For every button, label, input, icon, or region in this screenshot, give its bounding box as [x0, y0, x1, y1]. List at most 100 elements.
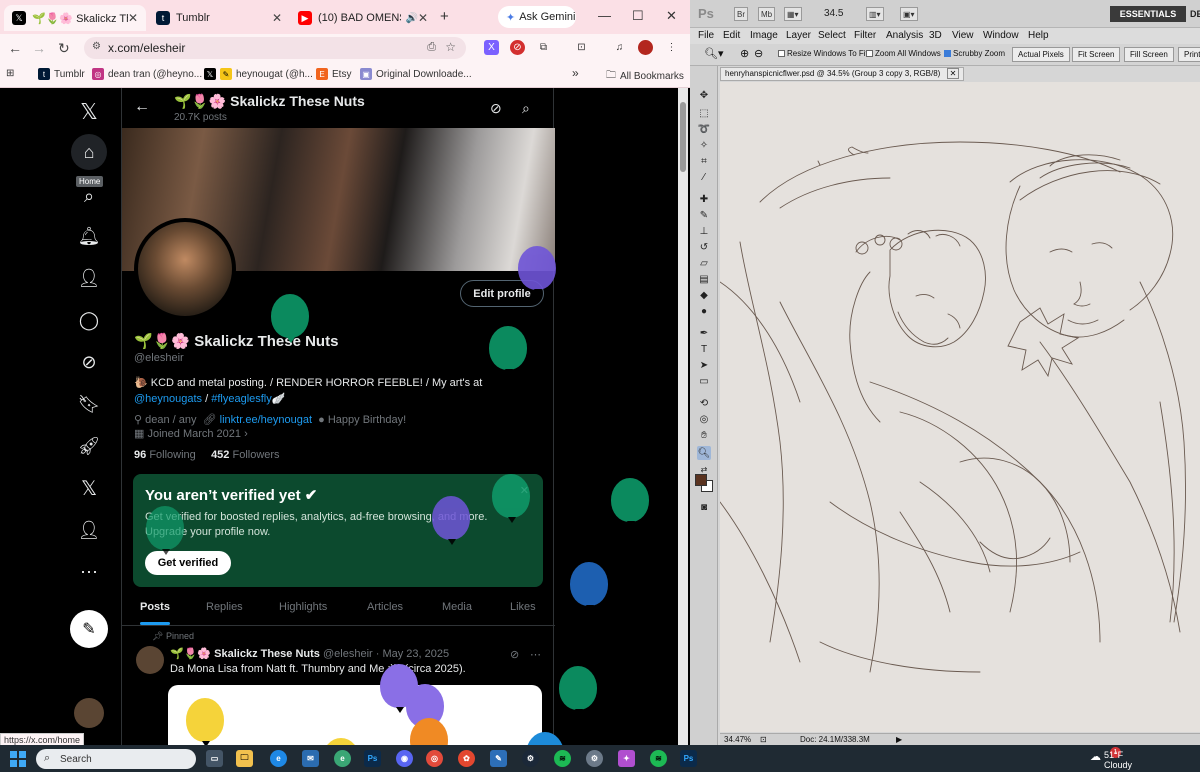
windows-start-icon[interactable]	[10, 751, 26, 767]
menu-filter[interactable]: Filter	[854, 30, 876, 41]
menu-image[interactable]: Image	[750, 30, 778, 41]
path-select-icon[interactable]: ➤	[697, 358, 711, 372]
rocket-icon[interactable]: 🚀︎	[68, 428, 110, 464]
zoom-level[interactable]: 34.5	[824, 8, 843, 19]
actual-pixels-button[interactable]: Actual Pixels	[1012, 47, 1070, 62]
quick-select-icon[interactable]: ✧	[697, 138, 711, 152]
apps-icon[interactable]: ⊞	[6, 68, 14, 79]
bookmark-instagram[interactable]: ◎ dean tran (@heyno...	[92, 68, 202, 80]
new-tab-button[interactable]: +	[440, 8, 449, 25]
following-link[interactable]: 96 Following	[134, 449, 196, 461]
photoshop-icon[interactable]: Ps	[680, 750, 697, 767]
bookmark-x[interactable]: 𝕏	[204, 68, 220, 80]
menu-analysis[interactable]: Analysis	[886, 30, 923, 41]
tab-youtube[interactable]: ▶ (10) BAD OMENS x 🔊 ✕	[290, 5, 436, 31]
3d-orbit-icon[interactable]: ◎	[697, 412, 711, 426]
install-icon[interactable]: ⎙	[427, 41, 436, 54]
crop-tool-icon[interactable]: ⌗	[697, 154, 711, 168]
zoom-tool-icon[interactable]: 🔍︎	[697, 446, 711, 460]
profile-icon[interactable]: 👤︎	[68, 512, 110, 548]
bookmark-downloader[interactable]: ▣ Original Downloade...	[360, 68, 472, 80]
close-tab-icon[interactable]: ✕	[128, 11, 138, 25]
grok-icon[interactable]: ⊘	[68, 344, 110, 380]
lasso-tool-icon[interactable]: ➰	[697, 122, 711, 136]
post-avatar[interactable]	[136, 646, 164, 674]
gradient-tool-icon[interactable]: ▤	[697, 272, 711, 286]
account-avatar[interactable]	[74, 698, 104, 728]
zoom-out-icon[interactable]: ⊖	[754, 47, 763, 60]
foreground-color-swatch[interactable]	[695, 474, 707, 486]
follow-icon[interactable]: 👤︎	[68, 260, 110, 296]
scrollbar-thumb[interactable]	[680, 102, 686, 172]
media-controls-icon[interactable]: ♫	[612, 40, 627, 55]
address-bar[interactable]: ⚙ x.com/elesheir ⎙ ☆	[84, 37, 466, 59]
bookmark-etsy[interactable]: E Etsy	[316, 68, 351, 80]
status-menu-arrow-icon[interactable]: ▶	[896, 735, 902, 744]
speaker-icon[interactable]: 🔊	[405, 13, 417, 24]
grok-icon[interactable]: ⊘	[490, 100, 502, 117]
file-explorer-icon[interactable]: 🗀	[236, 750, 253, 767]
copilot-icon[interactable]: ✦	[618, 750, 635, 767]
site-info-icon[interactable]: ⚙	[92, 41, 101, 52]
tab-tumblr[interactable]: t Tumblr ✕	[148, 5, 290, 31]
edge-icon[interactable]: e	[270, 750, 287, 767]
fill-screen-button[interactable]: Fill Screen	[1124, 47, 1174, 62]
extension-x-icon[interactable]: X	[484, 40, 499, 55]
menu-file[interactable]: File	[698, 30, 714, 41]
bookmark-star-icon[interactable]: ☆	[445, 40, 456, 54]
task-view-icon[interactable]: ▭	[206, 750, 223, 767]
minimize-button[interactable]: —	[598, 8, 611, 23]
close-tab-icon[interactable]: ✕	[418, 11, 428, 25]
back-arrow-icon[interactable]: ←	[134, 98, 150, 116]
more-bookmarks-button[interactable]: »	[572, 66, 579, 80]
krita-icon[interactable]: ✎	[490, 750, 507, 767]
menu-window[interactable]: Window	[983, 30, 1019, 41]
forward-icon[interactable]: →	[32, 40, 46, 56]
page-scrollbar[interactable]	[678, 88, 688, 745]
joined-date[interactable]: Joined March 2021	[147, 428, 241, 440]
dodge-tool-icon[interactable]: ●	[697, 304, 711, 318]
status-zoom[interactable]: 34.47%	[724, 735, 751, 744]
type-tool-icon[interactable]: T	[697, 342, 711, 356]
x-logo-icon[interactable]: 𝕏	[68, 94, 110, 130]
clip-studio-icon[interactable]: ✿	[458, 750, 475, 767]
eraser-tool-icon[interactable]: ▱	[697, 256, 711, 270]
minibridge-button[interactable]: Mb	[758, 7, 776, 21]
document-canvas[interactable]	[719, 82, 1200, 732]
grok-icon[interactable]: ⊘	[510, 648, 519, 661]
adblock-icon[interactable]: ⊘	[510, 40, 525, 55]
quick-mask-icon[interactable]: ◙	[697, 500, 711, 514]
tab-articles[interactable]: Articles	[367, 601, 403, 613]
status-info-icon[interactable]: ⊡	[760, 735, 767, 744]
more-options-icon[interactable]: ⋯	[530, 648, 541, 661]
shape-tool-icon[interactable]: ▭	[697, 374, 711, 388]
profile-avatar[interactable]	[638, 40, 653, 55]
menu-3d[interactable]: 3D	[929, 30, 942, 41]
3d-rotate-icon[interactable]: ⟲	[697, 396, 711, 410]
edge-alt-icon[interactable]: e	[334, 750, 351, 767]
weather-widget[interactable]: ☁ 51°F Cloudy	[1090, 750, 1132, 770]
screen-mode-button[interactable]: ▣▾	[900, 7, 918, 21]
maximize-button[interactable]: ☐	[632, 8, 644, 24]
tab-highlights[interactable]: Highlights	[279, 601, 327, 613]
all-bookmarks-button[interactable]: 🗀 All Bookmarks	[606, 68, 684, 85]
blur-tool-icon[interactable]: ◆	[697, 288, 711, 302]
linktree-link[interactable]: linktr.ee/heynougat	[220, 414, 312, 426]
more-icon[interactable]: ⋯	[68, 554, 110, 590]
healing-brush-icon[interactable]: ✚	[697, 192, 711, 206]
bio-hashtag[interactable]: #flyeaglesfly🪽	[211, 393, 285, 405]
print-size-button[interactable]: Print	[1178, 47, 1200, 62]
menu-icon[interactable]: ⋮	[664, 40, 679, 55]
chrome-icon[interactable]: ◎	[426, 750, 443, 767]
ask-gemini-button[interactable]: ✦ Ask Gemini	[498, 6, 576, 28]
search-icon[interactable]: ⌕	[522, 100, 530, 117]
bookmark-heynougat[interactable]: ✎ heynougat (@h...	[220, 68, 313, 80]
tab-replies[interactable]: Replies	[206, 601, 243, 613]
tab-x-profile[interactable]: 𝕏 🌱🌷🌸 Skalickz These ✕	[4, 5, 146, 31]
bookmarks-icon[interactable]: 🔖︎	[68, 386, 110, 422]
menu-view[interactable]: View	[952, 30, 974, 41]
scrubby-zoom-checkbox[interactable]: Scrubby Zoom	[944, 49, 1005, 58]
hand-tool-icon[interactable]: ✋︎	[697, 428, 711, 442]
get-verified-button[interactable]: Get verified	[145, 551, 231, 575]
compose-post-button[interactable]: ✎	[70, 610, 108, 648]
